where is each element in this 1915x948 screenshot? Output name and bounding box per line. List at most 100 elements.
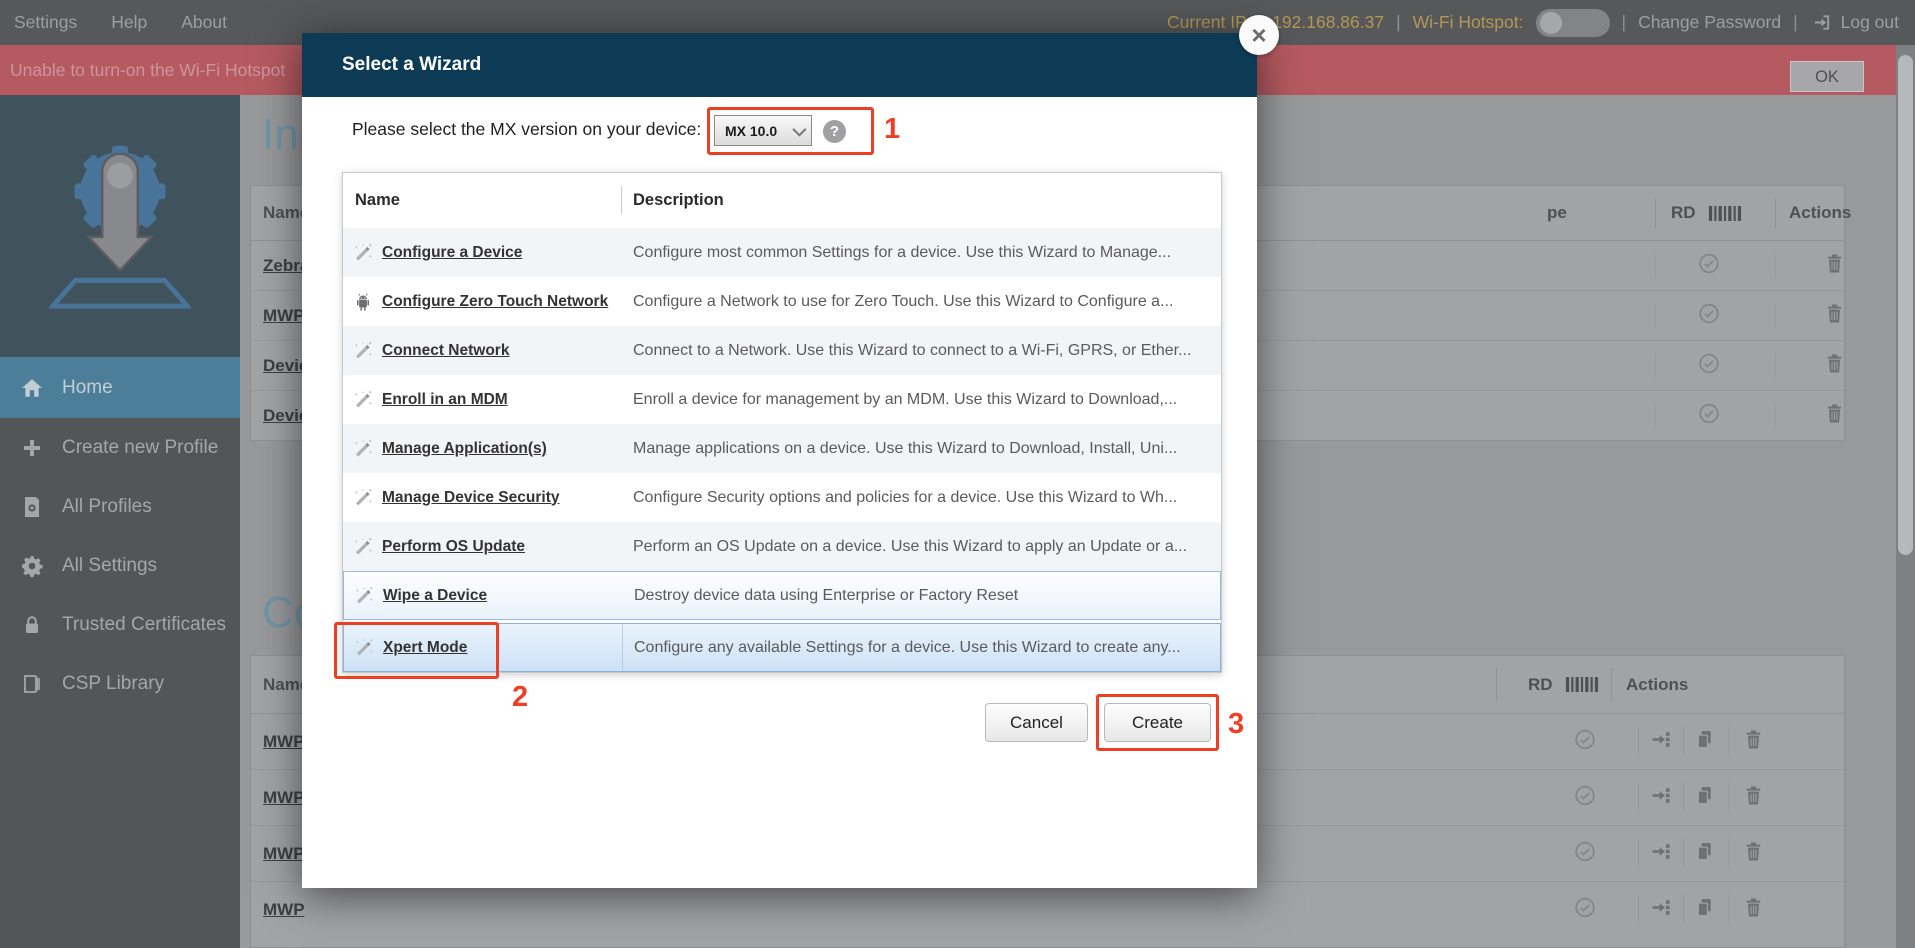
sidebar-item-create-new-profile[interactable]: Create new Profile xyxy=(0,418,240,477)
delete-icon[interactable] xyxy=(1825,303,1844,329)
logout-label: Log out xyxy=(1841,12,1899,33)
sidebar-item-label: All Settings xyxy=(62,555,157,577)
wizard-row-connect-network[interactable]: Connect NetworkConnect to a Network. Use… xyxy=(343,326,1221,375)
current-ip-value: 192.168.86.37 xyxy=(1272,12,1384,33)
column-divider xyxy=(1638,726,1639,757)
description-column-header: Description xyxy=(633,191,724,210)
wifi-hotspot-label: Wi-Fi Hotspot: xyxy=(1413,12,1524,33)
column-divider xyxy=(622,624,623,671)
delete-icon[interactable] xyxy=(1744,897,1763,923)
banner-ok-button[interactable]: OK xyxy=(1790,61,1864,92)
barcode-icon xyxy=(1561,677,1603,692)
wizard-row-manage-application-s[interactable]: Manage Application(s) Manage applications… xyxy=(343,424,1221,473)
page-scrollbar[interactable] xyxy=(1896,45,1915,948)
copy-icon[interactable] xyxy=(1695,841,1714,867)
wizard-name-link[interactable]: Configure a Device xyxy=(382,244,522,262)
rd-status-icon xyxy=(1574,728,1596,755)
scrollbar-thumb[interactable] xyxy=(1898,55,1913,555)
column-divider xyxy=(1655,253,1656,278)
wizard-name-link[interactable]: Manage Device Security xyxy=(382,489,559,507)
wizard-description: Enroll a device for management by an MDM… xyxy=(633,391,1213,409)
delete-icon[interactable] xyxy=(1825,253,1844,279)
sidebar-item-csp-library[interactable]: CSP Library xyxy=(0,654,240,713)
sidebar-item-label: Create new Profile xyxy=(62,437,218,459)
column-divider xyxy=(1683,782,1684,813)
wifi-hotspot-toggle[interactable] xyxy=(1536,9,1610,37)
copy-icon[interactable] xyxy=(1695,785,1714,811)
wizard-name-link[interactable]: Configure Zero Touch Network xyxy=(382,293,608,311)
sidebar-item-home[interactable]: Home xyxy=(0,357,240,418)
deploy-icon[interactable] xyxy=(1651,841,1671,866)
cancel-button[interactable]: Cancel xyxy=(985,703,1088,742)
profile-row[interactable]: MWP xyxy=(251,881,1844,937)
profiles-icon xyxy=(20,495,44,519)
wizard-row-xpert-mode[interactable]: Xpert ModeConfigure any available Settin… xyxy=(343,623,1221,672)
menu-item-about[interactable]: About xyxy=(181,12,227,33)
help-icon[interactable]: ? xyxy=(823,120,846,143)
column-divider xyxy=(1683,838,1684,869)
column-divider xyxy=(1728,838,1729,869)
delete-icon[interactable] xyxy=(1744,729,1763,755)
profile-name-link[interactable]: MWP xyxy=(263,844,305,864)
copy-icon[interactable] xyxy=(1695,897,1714,923)
mx-version-value: MX 10.0 xyxy=(725,123,777,139)
wizard-name-link[interactable]: Connect Network xyxy=(382,342,509,360)
profile-name-link[interactable]: MWP xyxy=(263,732,305,752)
change-password-link[interactable]: Change Password xyxy=(1638,12,1781,33)
rd-status-icon xyxy=(1698,302,1720,329)
wizard-table-body: Configure a DeviceConfigure most common … xyxy=(343,228,1221,672)
wizard-name-link[interactable]: Perform OS Update xyxy=(382,538,525,556)
create-button[interactable]: Create xyxy=(1104,703,1211,742)
dialog-title: Select a Wizard xyxy=(302,33,1257,97)
separator: | xyxy=(1396,12,1401,33)
wand-icon xyxy=(353,390,373,410)
wizard-row-configure-zero-touch-network[interactable]: Configure Zero Touch NetworkConfigure a … xyxy=(343,277,1221,326)
barcode-icon xyxy=(1704,206,1746,221)
wizard-name-link[interactable]: Wipe a Device xyxy=(383,587,487,605)
deploy-icon[interactable] xyxy=(1651,729,1671,754)
menu-item-settings[interactable]: Settings xyxy=(14,12,77,33)
wizard-name-link[interactable]: Enroll in an MDM xyxy=(382,391,508,409)
wizard-row-wipe-a-device[interactable]: Wipe a DeviceDestroy device data using E… xyxy=(343,571,1221,620)
mx-version-select[interactable]: MX 10.0 xyxy=(714,115,812,146)
column-divider xyxy=(1728,894,1729,925)
actions-column-header: Actions xyxy=(1626,675,1688,695)
sidebar-item-label: All Profiles xyxy=(62,496,152,518)
wizard-row-perform-os-update[interactable]: Perform OS UpdatePerform an OS Update on… xyxy=(343,522,1221,571)
logout-link[interactable]: Log out xyxy=(1810,11,1899,35)
sidebar: Home Create new Profile All Profiles All Se… xyxy=(0,95,240,948)
rd-label: RD xyxy=(1671,203,1696,223)
wizard-name-link[interactable]: Manage Application(s) xyxy=(382,440,547,458)
deploy-icon[interactable] xyxy=(1651,897,1671,922)
wizard-table-header: Name Description xyxy=(343,173,1221,228)
sidebar-item-all-settings[interactable]: All Settings xyxy=(0,536,240,595)
delete-icon[interactable] xyxy=(1825,403,1844,429)
mx-version-label: Please select the MX version on your dev… xyxy=(352,119,701,140)
dialog-close-button[interactable]: × xyxy=(1239,15,1279,55)
deploy-icon[interactable] xyxy=(1651,785,1671,810)
delete-icon[interactable] xyxy=(1825,353,1844,379)
delete-icon[interactable] xyxy=(1744,841,1763,867)
home-icon xyxy=(20,376,44,400)
profile-name-link[interactable]: MWP xyxy=(263,788,305,808)
lock-icon xyxy=(20,613,44,637)
plus-icon xyxy=(20,436,44,460)
sidebar-item-all-profiles[interactable]: All Profiles xyxy=(0,477,240,536)
wizard-row-enroll-in-an-mdm[interactable]: Enroll in an MDM Enroll a device for mana… xyxy=(343,375,1221,424)
sidebar-item-trusted-certificates[interactable]: Trusted Certificates xyxy=(0,595,240,654)
toggle-knob xyxy=(1540,12,1562,34)
wizard-name-link[interactable]: Xpert Mode xyxy=(383,639,467,657)
rd-status-icon xyxy=(1698,402,1720,429)
wizard-row-configure-a-device[interactable]: Configure a DeviceConfigure most common … xyxy=(343,228,1221,277)
profile-name-link[interactable]: MWP xyxy=(263,306,305,326)
menu-item-help[interactable]: Help xyxy=(111,12,147,33)
annotation-number-3: 3 xyxy=(1228,708,1244,741)
wizard-row-manage-device-security[interactable]: Manage Device SecurityConfigure Security… xyxy=(343,473,1221,522)
column-divider xyxy=(1638,782,1639,813)
delete-icon[interactable] xyxy=(1744,785,1763,811)
profile-name-link[interactable]: MWP xyxy=(263,900,305,920)
column-divider xyxy=(1655,198,1656,228)
top-bar-right: Current IP : 192.168.86.37 | Wi-Fi Hotsp… xyxy=(1167,9,1915,37)
copy-icon[interactable] xyxy=(1695,729,1714,755)
wizard-description: Manage applications on a device. Use thi… xyxy=(633,440,1213,458)
